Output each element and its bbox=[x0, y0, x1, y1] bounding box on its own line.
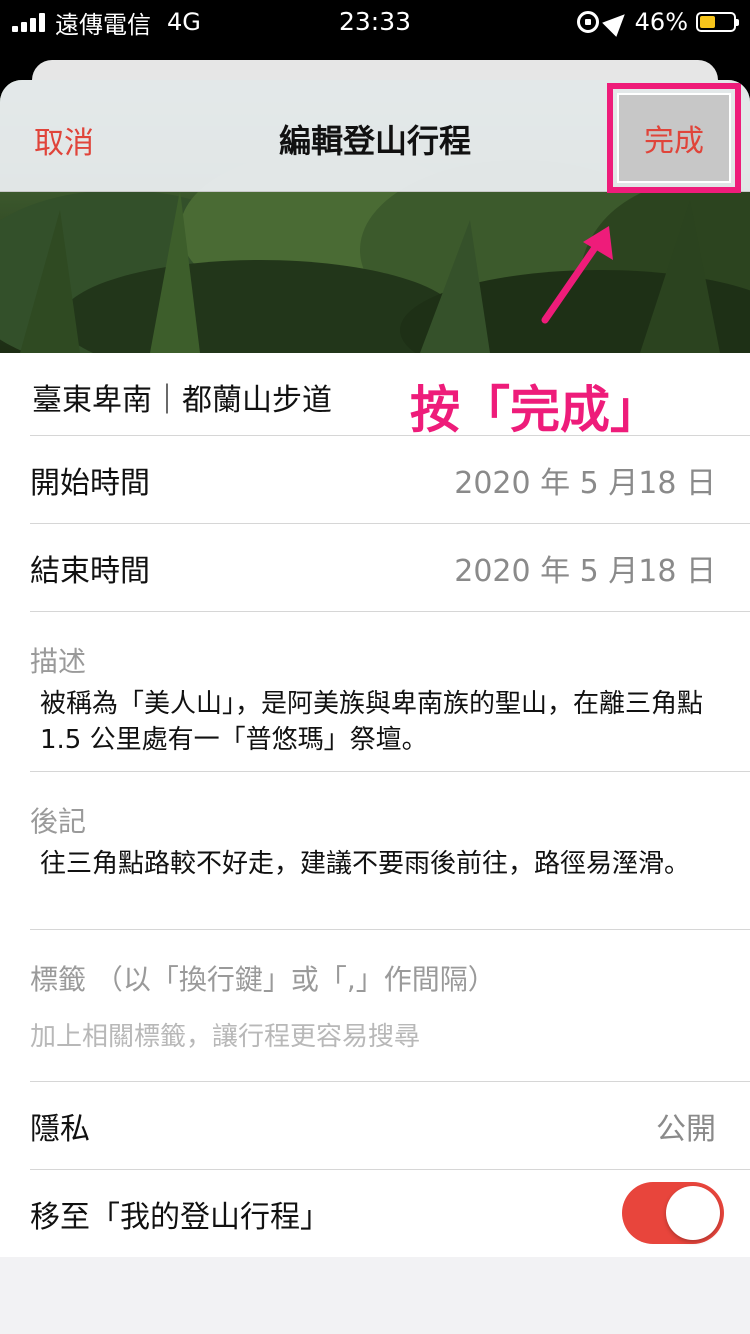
annotation-text: 按「完成」 bbox=[410, 381, 660, 439]
toggle-knob[interactable] bbox=[666, 1186, 720, 1240]
status-right: 46% bbox=[576, 6, 739, 38]
location-arrow-icon bbox=[601, 7, 632, 37]
move-to-my-trips-row: 移至「我的登山行程」 bbox=[30, 1170, 750, 1258]
tags-input[interactable] bbox=[30, 1022, 710, 1052]
end-time-label: 結束時間 bbox=[30, 554, 150, 589]
description-text[interactable]: 被稱為「美人山」，是阿美族與卑南族的聖山，在離三角點1.5 公里處有一「普悠瑪」… bbox=[40, 686, 710, 758]
move-to-my-trips-toggle[interactable] bbox=[622, 1182, 724, 1244]
battery-fill bbox=[700, 16, 715, 28]
end-time-row[interactable]: 結束時間 2020 年 5 月18 日 bbox=[30, 524, 750, 612]
tags-row[interactable]: 標籤 （以「換行鍵」或「,」作間隔） bbox=[30, 930, 750, 1082]
privacy-row[interactable]: 隱私 公開 bbox=[30, 1082, 750, 1170]
end-time-value[interactable]: 2020 年 5 月18 日 bbox=[454, 546, 716, 590]
footer-background bbox=[0, 1257, 750, 1334]
description-label: 描述 bbox=[30, 645, 87, 678]
done-button[interactable]: 完成 bbox=[617, 93, 731, 183]
move-to-my-trips-label: 移至「我的登山行程」 bbox=[30, 1200, 330, 1235]
start-time-value[interactable]: 2020 年 5 月18 日 bbox=[454, 458, 716, 502]
trip-title-text[interactable]: 臺東卑南｜都蘭山步道 bbox=[32, 375, 332, 419]
rotation-lock-icon bbox=[576, 11, 599, 33]
notes-text[interactable]: 往三角點路較不好走，建議不要雨後前往，路徑易溼滑。 bbox=[40, 846, 710, 882]
edit-trip-sheet: 取消 編輯登山行程 完成 臺東卑南｜都蘭山步道 開始時間 2020 年 5 月1… bbox=[0, 80, 750, 1334]
notes-label: 後記 bbox=[30, 805, 87, 838]
battery-percent: 46% bbox=[634, 8, 688, 36]
trip-form: 臺東卑南｜都蘭山步道 開始時間 2020 年 5 月18 日 結束時間 2020… bbox=[0, 353, 750, 1258]
description-row[interactable]: 描述 被稱為「美人山」，是阿美族與卑南族的聖山，在離三角點1.5 公里處有一「普… bbox=[30, 612, 750, 772]
cancel-button[interactable]: 取消 bbox=[34, 118, 94, 162]
tags-label: 標籤 （以「換行鍵」或「,」作間隔） bbox=[30, 963, 496, 996]
privacy-value[interactable]: 公開 bbox=[656, 1104, 716, 1148]
notes-row[interactable]: 後記 往三角點路較不好走，建議不要雨後前往，路徑易溼滑。 bbox=[30, 772, 750, 930]
battery-icon bbox=[696, 12, 739, 32]
annotation-arrow-icon bbox=[541, 226, 613, 324]
privacy-label: 隱私 bbox=[30, 1112, 90, 1147]
status-bar: 遠傳電信 4G 23:33 46% bbox=[0, 0, 750, 48]
start-time-label: 開始時間 bbox=[30, 466, 150, 501]
start-time-row[interactable]: 開始時間 2020 年 5 月18 日 bbox=[30, 436, 750, 524]
